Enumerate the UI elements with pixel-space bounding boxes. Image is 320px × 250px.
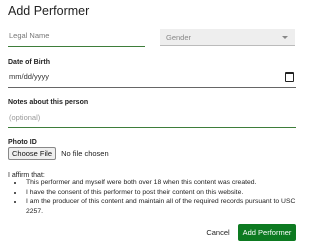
date-of-birth-input[interactable]: mm/dd/yyyy — [8, 71, 296, 88]
cancel-button[interactable]: Cancel — [200, 224, 236, 241]
dob-placeholder: mm/dd/yyyy — [9, 72, 50, 81]
dob-label: Date of Birth — [8, 59, 50, 66]
gender-placeholder: Gender — [166, 33, 192, 42]
add-performer-button[interactable]: Add Performer — [238, 224, 296, 241]
photo-id-file-input: Choose File No file chosen — [8, 147, 109, 160]
notes-input[interactable]: (optional) — [8, 113, 296, 128]
choose-file-button[interactable]: Choose File — [8, 147, 57, 160]
notes-placeholder: (optional) — [9, 113, 41, 122]
list-item: I have the consent of this performer to … — [24, 188, 306, 198]
list-item: I am the producer of this content and ma… — [24, 197, 306, 216]
dob-underline — [8, 87, 296, 88]
chevron-down-icon — [282, 36, 288, 39]
gender-select[interactable]: Gender — [160, 29, 295, 46]
dialog-title: Add Performer — [8, 4, 90, 18]
calendar-icon[interactable] — [285, 72, 294, 82]
no-file-text: No file chosen — [61, 149, 109, 158]
notes-underline — [8, 127, 296, 128]
notes-label: Notes about this person — [8, 99, 89, 106]
list-item: This performer and myself were both over… — [24, 178, 306, 188]
photo-id-label: Photo ID — [8, 139, 37, 146]
add-performer-dialog: Add Performer Legal Name Gender Date of … — [0, 0, 306, 250]
legal-name-underline — [8, 46, 145, 47]
legal-name-placeholder: Legal Name — [9, 31, 50, 40]
affirmation-list: This performer and myself were both over… — [14, 178, 306, 216]
legal-name-input[interactable]: Legal Name — [8, 29, 145, 47]
